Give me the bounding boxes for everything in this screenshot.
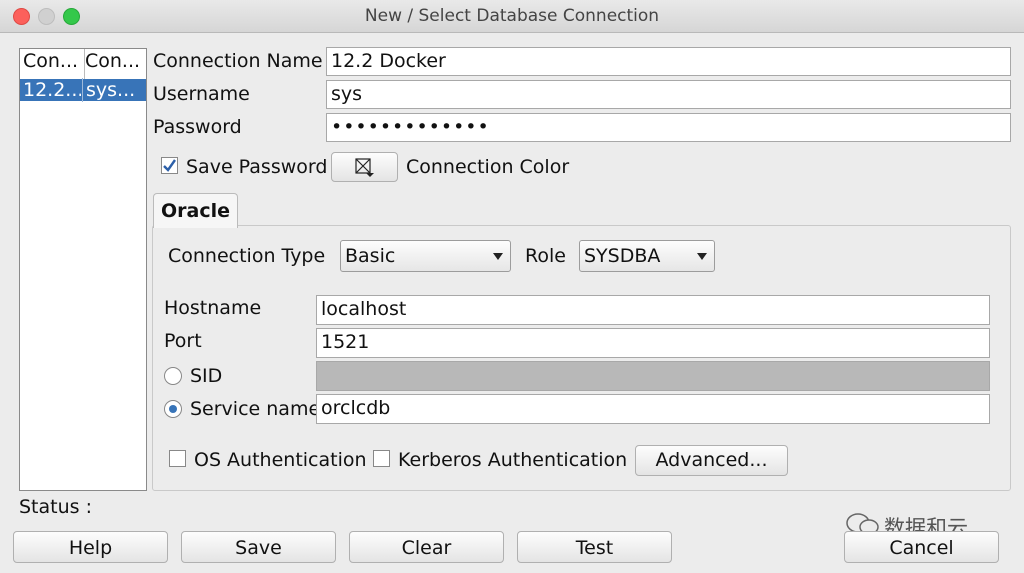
- port-input[interactable]: 1521: [316, 328, 990, 358]
- window-title: New / Select Database Connection: [364, 6, 660, 26]
- hostname-label: Hostname: [164, 297, 262, 319]
- save-password-label: Save Password: [186, 156, 328, 178]
- checkmark-icon: [163, 159, 176, 172]
- service-name-label: Service name: [190, 398, 321, 420]
- os-authentication-checkbox[interactable]: [169, 450, 186, 467]
- title-bar: New / Select Database Connection: [0, 0, 1024, 33]
- column-header-name[interactable]: Con...: [20, 49, 85, 80]
- kerberos-authentication-checkbox[interactable]: [373, 450, 390, 467]
- sid-input: [316, 361, 990, 391]
- sid-radio[interactable]: [164, 367, 182, 385]
- save-button[interactable]: Save: [181, 531, 336, 563]
- color-picker-icon: [355, 158, 374, 177]
- role-label: Role: [525, 245, 566, 267]
- kerberos-authentication-label: Kerberos Authentication: [398, 449, 628, 471]
- port-label: Port: [164, 330, 202, 352]
- cancel-button[interactable]: Cancel: [844, 531, 999, 563]
- advanced-button[interactable]: Advanced...: [635, 445, 788, 476]
- service-name-input[interactable]: orclcdb: [316, 394, 990, 424]
- role-value: SYSDBA: [584, 245, 661, 267]
- connection-color-label: Connection Color: [406, 156, 570, 178]
- sid-label: SID: [190, 365, 223, 387]
- connection-name-label: Connection Name: [153, 50, 323, 72]
- connection-list[interactable]: Con... Con... 12.2... sys...: [19, 48, 147, 491]
- clear-button[interactable]: Clear: [349, 531, 504, 563]
- chevron-down-icon: [493, 253, 503, 260]
- list-item[interactable]: 12.2... sys...: [20, 78, 146, 102]
- tab-oracle[interactable]: Oracle: [153, 193, 238, 228]
- test-button[interactable]: Test: [517, 531, 672, 563]
- help-button[interactable]: Help: [13, 531, 168, 563]
- os-authentication-label: OS Authentication: [194, 449, 367, 471]
- hostname-input[interactable]: localhost: [316, 295, 990, 325]
- chevron-down-icon: [697, 253, 707, 260]
- username-input[interactable]: sys: [326, 80, 1011, 109]
- list-item-user: sys...: [82, 78, 144, 102]
- connection-type-value: Basic: [345, 245, 396, 267]
- password-input[interactable]: •••••••••••••: [326, 113, 1011, 142]
- radio-selected-dot: [169, 405, 177, 413]
- status-label: Status :: [19, 496, 92, 518]
- column-header-connection[interactable]: Con...: [82, 49, 146, 80]
- username-label: Username: [153, 83, 250, 105]
- list-item-name: 12.2...: [23, 79, 81, 101]
- connection-name-input[interactable]: 12.2 Docker: [326, 47, 1011, 76]
- save-password-checkbox[interactable]: [161, 157, 178, 174]
- connection-type-select[interactable]: Basic: [340, 240, 511, 272]
- connection-type-label: Connection Type: [168, 245, 326, 267]
- connection-color-button[interactable]: [331, 152, 398, 182]
- password-label: Password: [153, 116, 242, 138]
- service-name-radio[interactable]: [164, 400, 182, 418]
- role-select[interactable]: SYSDBA: [579, 240, 715, 272]
